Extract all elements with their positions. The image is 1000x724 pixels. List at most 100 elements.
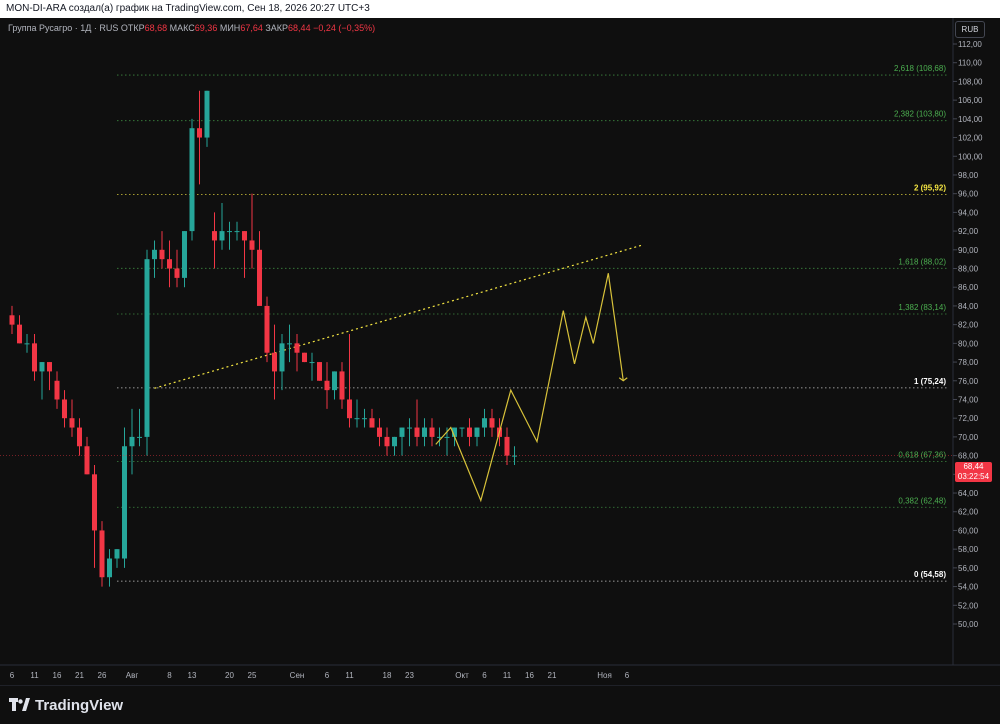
candle-body (54, 380, 60, 400)
candle-body (114, 549, 120, 559)
x-tick-label: 18 (383, 671, 392, 680)
y-tick-label: 98,00 (958, 171, 979, 180)
symbol-name: Группа Русагро · 1Д · RUS (8, 23, 119, 33)
candle-body (234, 231, 240, 233)
x-tick-label: 16 (53, 671, 62, 680)
fib-level-label: 1,618 (88,02) (898, 257, 946, 266)
candle-body (9, 315, 15, 325)
high-label: МАКС (169, 23, 195, 33)
x-tick-label: 26 (98, 671, 107, 680)
x-tick-label: 11 (503, 671, 512, 680)
candle-body (159, 249, 165, 260)
projection-path (435, 273, 624, 503)
candle-body (474, 427, 480, 437)
candle-body (294, 343, 300, 353)
candle-body (354, 418, 360, 420)
footer: TradingView (0, 685, 1000, 724)
candle-body (339, 371, 345, 400)
candle-body (302, 352, 307, 363)
x-tick-label: 11 (345, 671, 354, 680)
y-tick-label: 90,00 (958, 246, 979, 255)
candle-body (212, 231, 217, 241)
x-tick-label: Ноя (597, 671, 612, 680)
last-price: 68,44 (963, 462, 984, 471)
candle-body (197, 128, 202, 138)
candle-body (422, 427, 427, 437)
candle-body (482, 418, 487, 428)
y-tick-label: 104,00 (958, 115, 983, 124)
price-chart[interactable]: 50,00 52,00 54,00 56,00 58,00 60,00 62,00 64,00… (0, 18, 1000, 685)
x-tick-label: 23 (405, 671, 414, 680)
candle-body (384, 436, 390, 447)
candle-body (152, 249, 157, 260)
candle-body (99, 530, 105, 578)
candle-body (362, 418, 367, 420)
candle-body (369, 418, 375, 428)
candle-body (24, 343, 30, 345)
y-tick-label: 80,00 (958, 339, 979, 348)
fib-level-label: 2,618 (108,68) (894, 64, 946, 73)
x-tick-label: Окт (455, 671, 469, 680)
y-tick-label: 76,00 (958, 377, 979, 386)
fib-level-label: 0 (54,58) (914, 570, 946, 579)
candle-body (414, 427, 420, 437)
candle-body (459, 427, 465, 429)
candle-body (17, 324, 22, 344)
candle-body (242, 231, 247, 241)
y-tick-label: 52,00 (958, 601, 979, 610)
open-label: ОТКР (120, 23, 145, 33)
y-tick-label: 82,00 (958, 321, 979, 330)
candle-body (249, 240, 255, 250)
candle-body (467, 427, 472, 437)
fib-level-label: 1 (75,24) (914, 377, 946, 386)
candle-body (279, 343, 285, 372)
candle-body (444, 436, 450, 438)
candle-body (219, 231, 225, 241)
candle-body (429, 427, 435, 437)
x-tick-label: 25 (248, 671, 257, 680)
candle-body (227, 231, 232, 233)
low-label: МИН (219, 23, 241, 33)
candle-body (47, 362, 52, 372)
x-tick-label: 16 (525, 671, 534, 680)
change-value: −0,24 (−0,35%) (313, 23, 376, 33)
candle-body (287, 343, 292, 345)
currency-button[interactable]: RUB (955, 21, 985, 38)
candle-body (392, 436, 397, 447)
close-value: 68,44 (288, 23, 311, 33)
y-tick-label: 64,00 (958, 489, 979, 498)
candle-body (204, 90, 210, 138)
y-tick-label: 56,00 (958, 564, 979, 573)
chart-area[interactable]: 50,00 52,00 54,00 56,00 58,00 60,00 62,00 64,00… (0, 18, 1000, 685)
y-tick-label: 70,00 (958, 433, 979, 442)
x-tick-label: 20 (225, 671, 234, 680)
candle-body (399, 427, 405, 437)
tradingview-logo-icon (9, 698, 30, 711)
fib-level-label: 0,382 (62,48) (898, 496, 946, 505)
candle-body (257, 249, 262, 306)
candle-body (174, 268, 180, 278)
candle-body (309, 362, 315, 364)
candle-body (504, 436, 510, 456)
x-tick-label: 21 (548, 671, 557, 680)
candle-body (182, 231, 187, 278)
y-tick-label: 110,00 (958, 59, 982, 68)
symbol-legend: Группа Русагро · 1Д · RUS ОТКР68,68 МАКС… (8, 23, 375, 33)
tradingview-logo[interactable]: TradingView (8, 694, 123, 716)
candle-body (489, 418, 495, 428)
open-value: 68,68 (144, 23, 168, 33)
candle-body (137, 436, 142, 438)
x-tick-label: Авг (126, 671, 139, 680)
trend-line (154, 244, 643, 389)
y-tick-label: 72,00 (958, 414, 979, 423)
candle-body (129, 436, 135, 447)
y-tick-label: 106,00 (958, 96, 983, 105)
y-tick-label: 92,00 (958, 227, 979, 236)
y-tick-label: 88,00 (958, 265, 979, 274)
x-tick-label: 21 (75, 671, 84, 680)
fib-level-label: 2 (95,92) (914, 183, 946, 192)
header-bar: MON-DI-ARA создал(а) график на TradingVi… (0, 0, 1000, 18)
candle-body (107, 558, 112, 578)
candle-body (317, 362, 322, 381)
candle-body (92, 474, 97, 531)
